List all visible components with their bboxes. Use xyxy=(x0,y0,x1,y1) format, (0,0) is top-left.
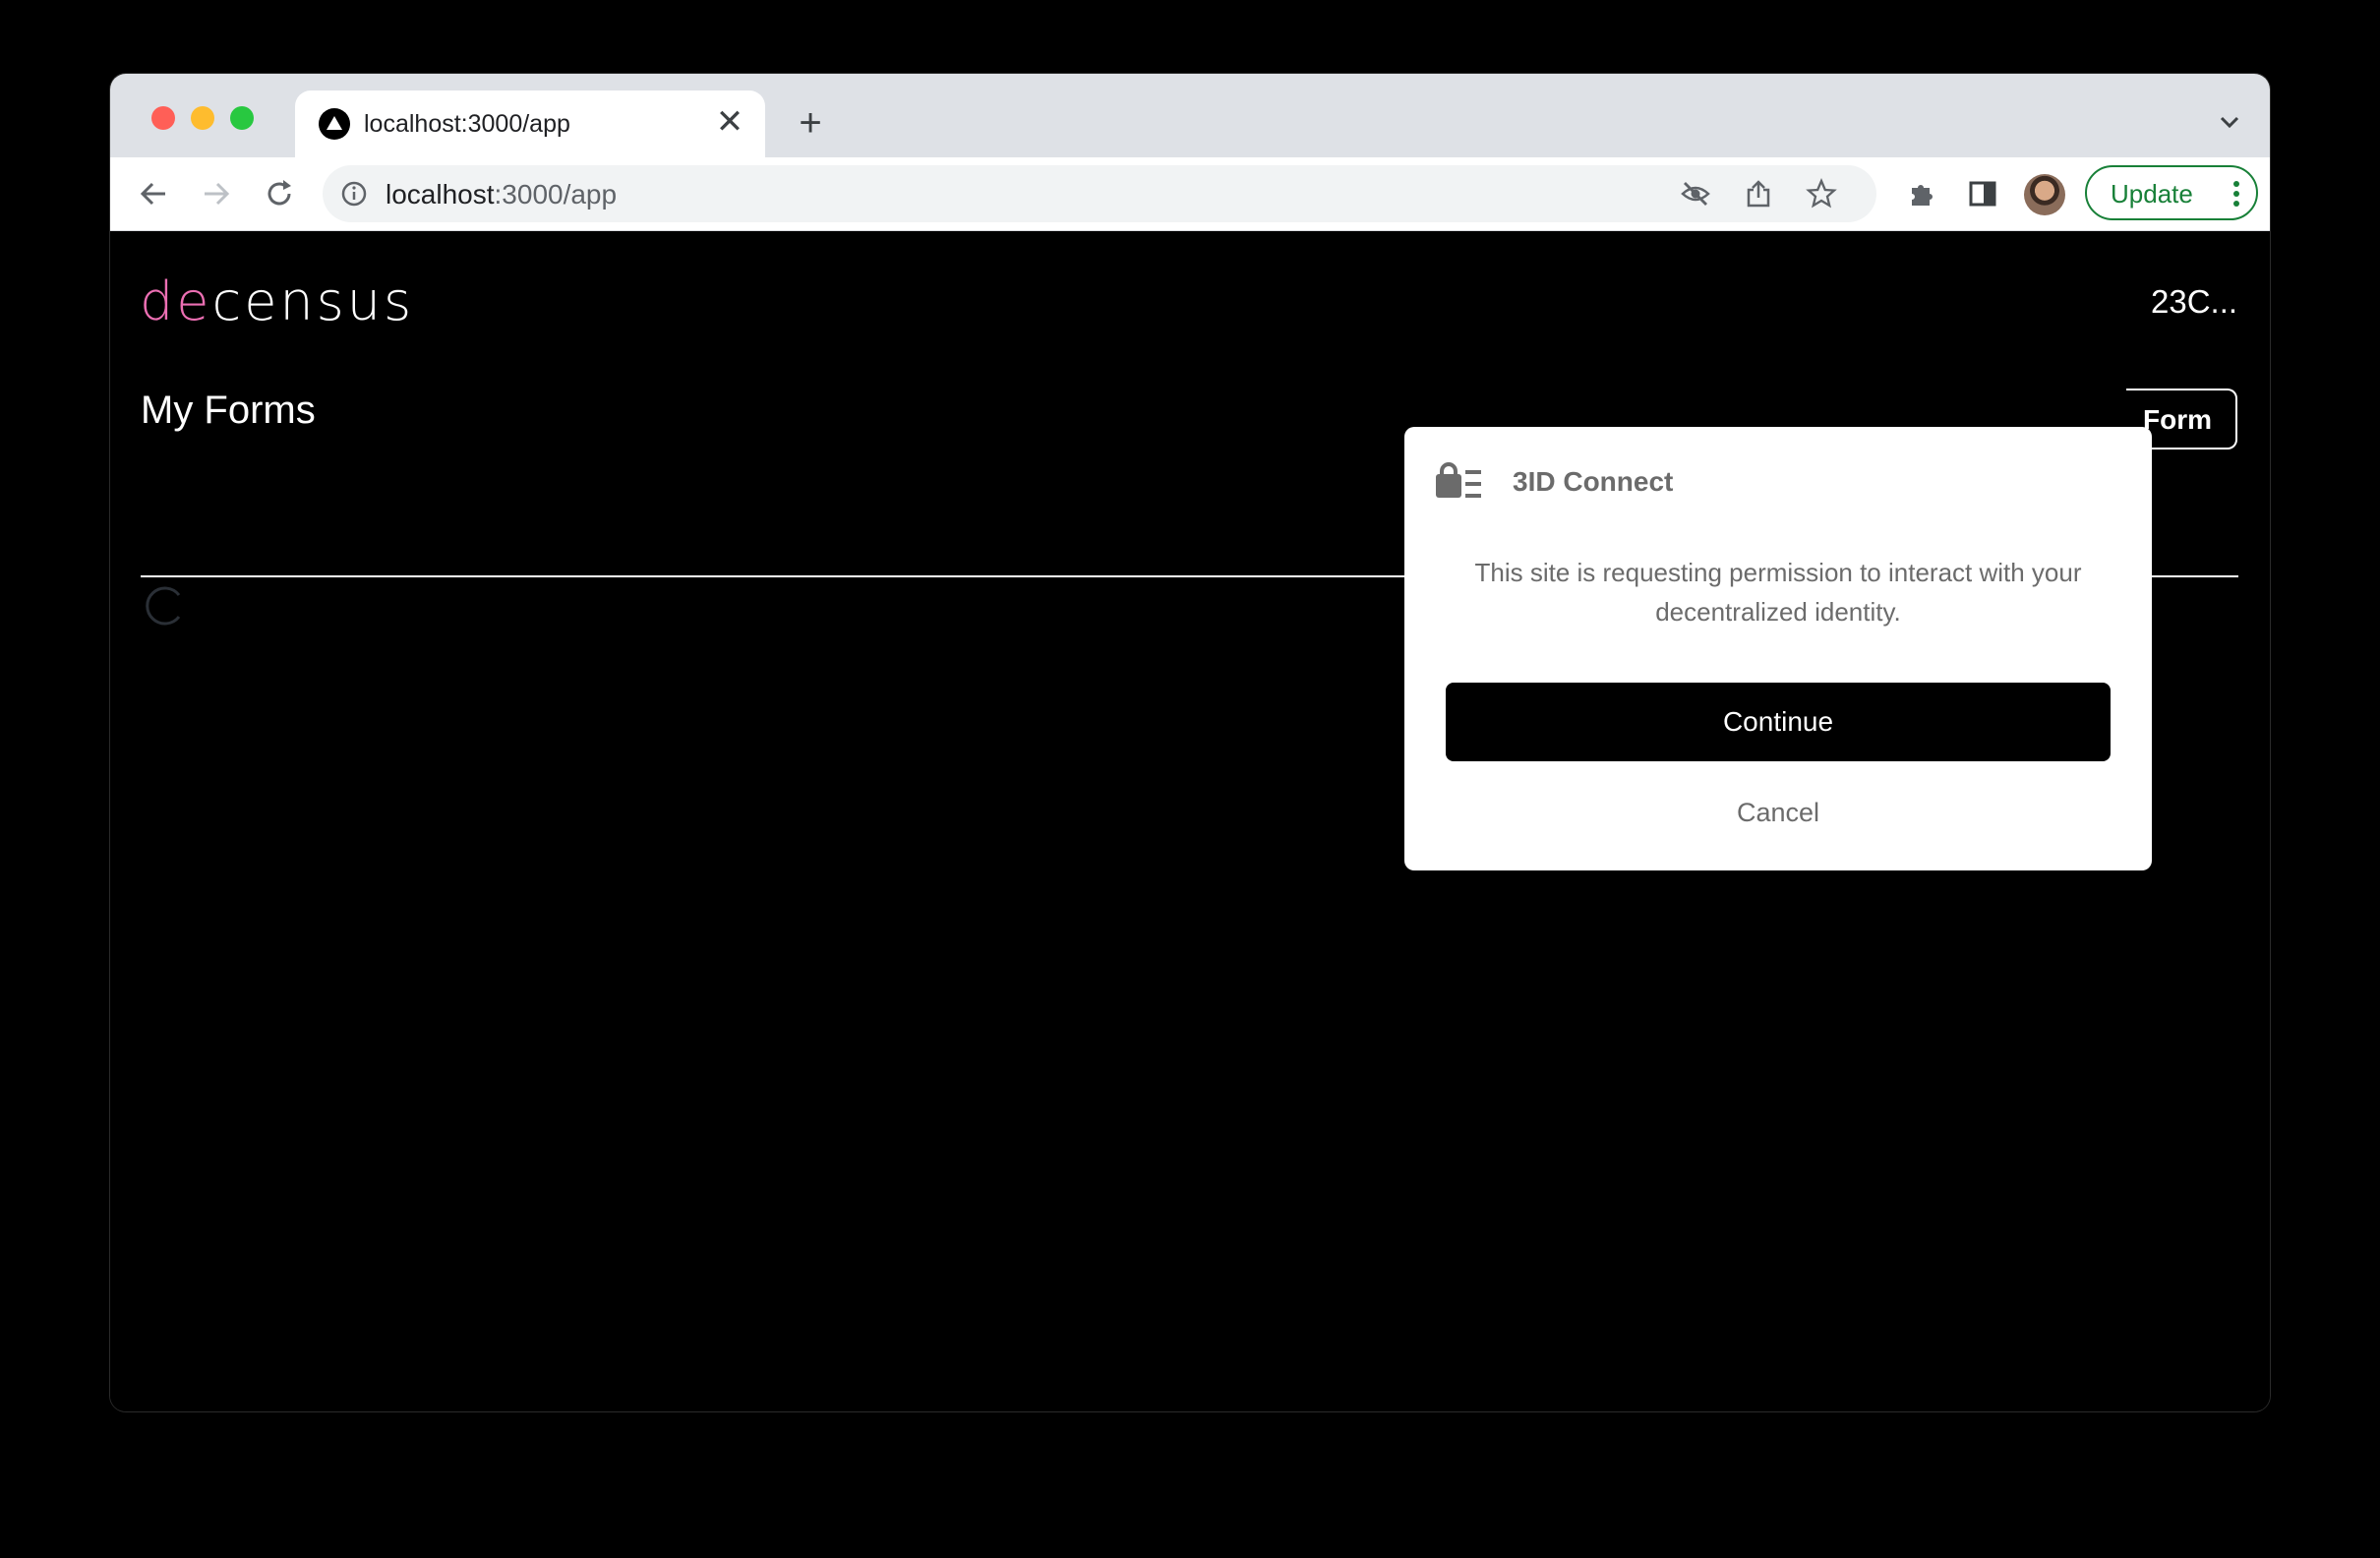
tab-search-chevron-icon[interactable] xyxy=(2215,107,2244,137)
tab-close-icon[interactable]: ✕ xyxy=(712,104,747,140)
url-path: :3000/app xyxy=(494,179,618,210)
tab-title: localhost:3000/app xyxy=(364,110,570,138)
continue-button[interactable]: Continue xyxy=(1446,683,2111,761)
zoom-window-button[interactable] xyxy=(230,106,254,130)
tab-strip: localhost:3000/app ✕ + xyxy=(110,74,2270,157)
logo-rest: census xyxy=(211,270,415,332)
side-panel-icon[interactable] xyxy=(1967,178,1998,210)
url-host: localhost xyxy=(386,179,495,210)
update-label: Update xyxy=(2111,179,2193,209)
dialog-title: 3ID Connect xyxy=(1513,466,1674,497)
address-bar[interactable]: localhost:3000/app xyxy=(323,165,1876,222)
id-card-lock-icon xyxy=(1436,462,1481,498)
url-text: localhost:3000/app xyxy=(386,179,617,210)
cancel-button[interactable]: Cancel xyxy=(1680,791,1876,834)
new-tab-button[interactable]: + xyxy=(791,103,830,143)
eye-off-icon[interactable] xyxy=(1680,178,1711,210)
more-dots-icon xyxy=(2233,181,2239,207)
extensions-puzzle-icon[interactable] xyxy=(1906,178,1937,210)
page-title: My Forms xyxy=(141,389,316,432)
browser-toolbar: localhost:3000/app Update xyxy=(110,157,2270,231)
browser-tab[interactable]: localhost:3000/app ✕ xyxy=(295,90,765,157)
browser-window: localhost:3000/app ✕ + localhost:3000/ap… xyxy=(110,74,2270,1411)
update-button[interactable]: Update xyxy=(2085,165,2258,220)
3id-connect-dialog: 3ID Connect This site is requesting perm… xyxy=(1404,427,2152,870)
forward-arrow-icon[interactable] xyxy=(199,176,234,211)
minimize-window-button[interactable] xyxy=(191,106,214,130)
loading-spinner-icon xyxy=(146,586,181,626)
site-info-icon[interactable] xyxy=(340,180,368,208)
reload-icon[interactable] xyxy=(262,176,297,211)
decensus-logo[interactable]: decensus xyxy=(140,270,414,332)
profile-avatar[interactable] xyxy=(2024,174,2065,215)
logo-accent: de xyxy=(140,270,212,332)
dialog-message: This site is requesting permission to in… xyxy=(1474,558,2082,627)
new-form-label: Form xyxy=(2143,404,2212,435)
back-arrow-icon[interactable] xyxy=(136,176,171,211)
close-window-button[interactable] xyxy=(151,106,175,130)
bookmark-star-icon[interactable] xyxy=(1806,178,1837,210)
share-icon[interactable] xyxy=(1743,178,1774,210)
favicon-icon xyxy=(319,108,350,140)
page-content: decensus My Forms 23C... Form 3ID Connec… xyxy=(110,231,2270,1411)
account-address[interactable]: 23C... xyxy=(2151,283,2237,321)
